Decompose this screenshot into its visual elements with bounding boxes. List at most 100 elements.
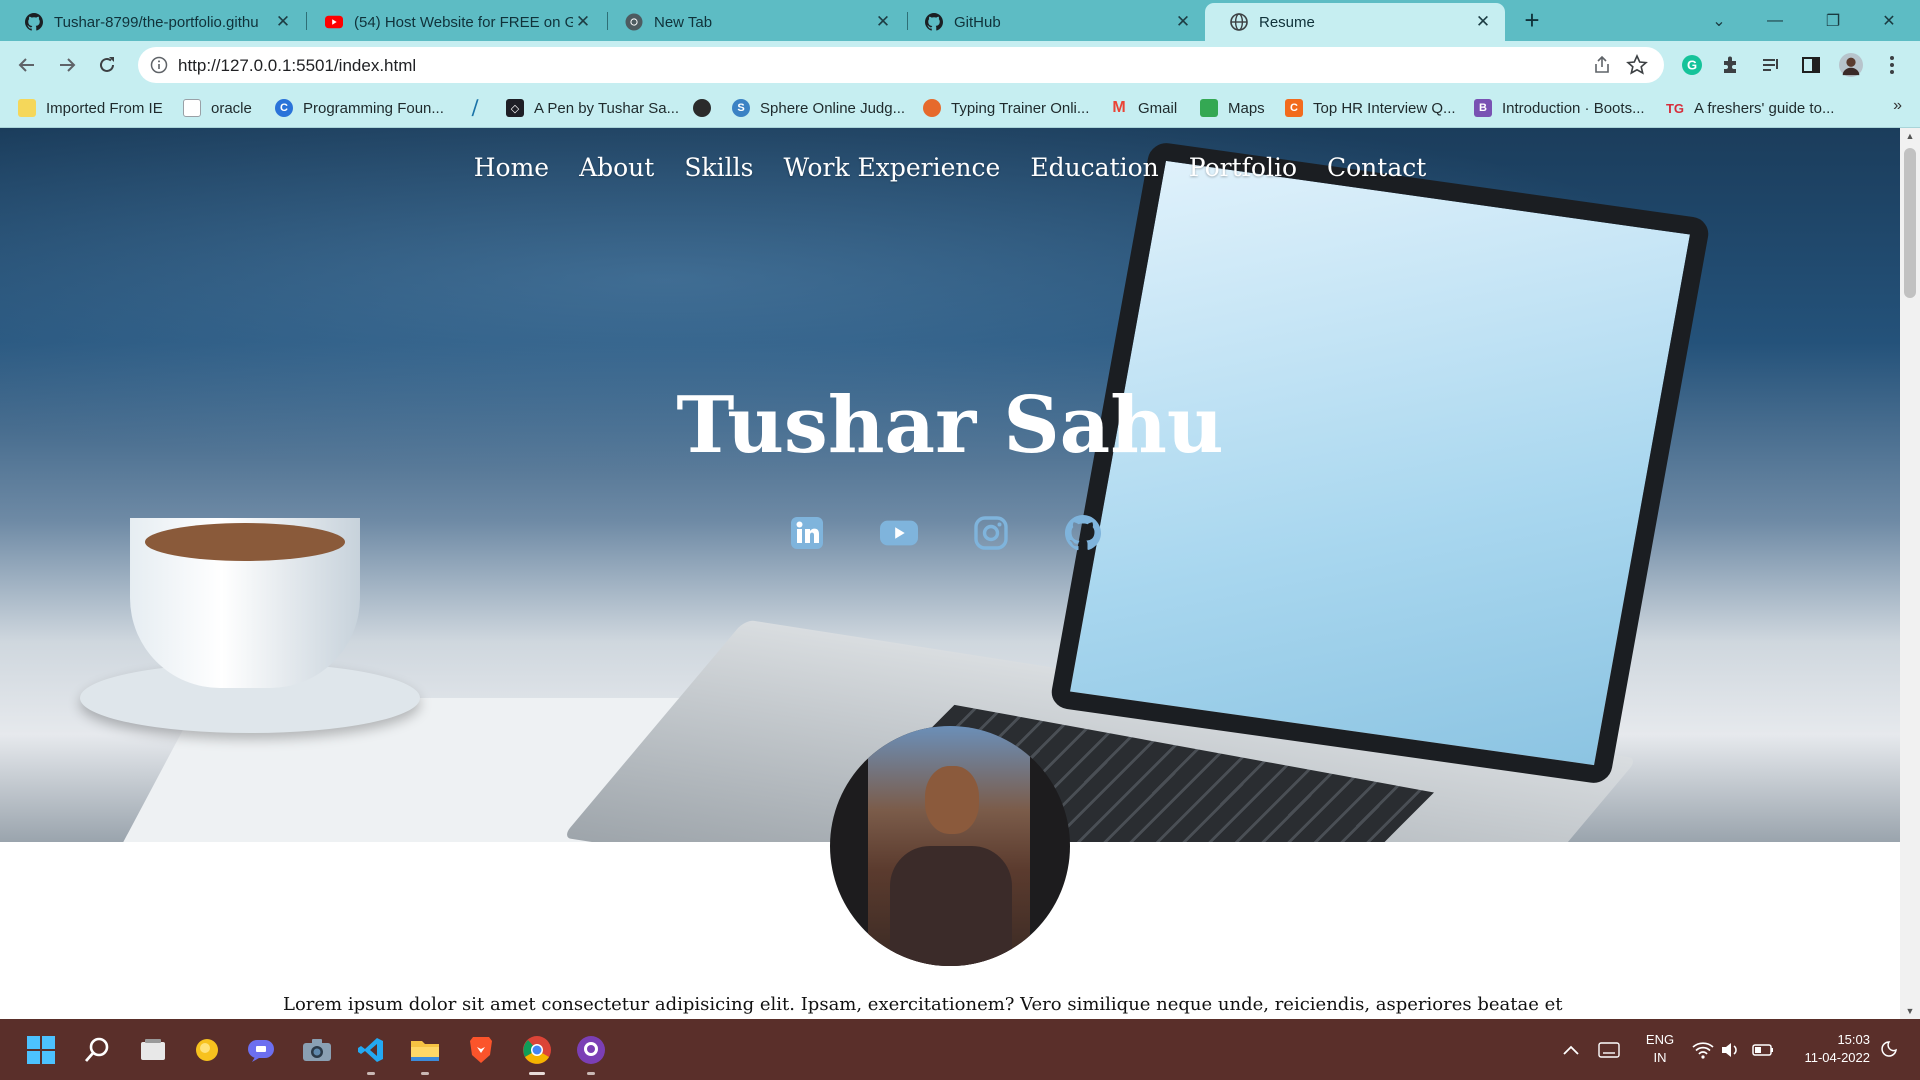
running-indicator-active (529, 1072, 545, 1075)
chrome-icon (625, 13, 643, 31)
bookmark-slash[interactable]: ⧸ (466, 97, 494, 119)
reading-list-icon[interactable] (1759, 53, 1783, 77)
forward-button[interactable] (50, 48, 84, 82)
c-icon: C (1285, 99, 1303, 117)
bookmark-label: Imported From IE (46, 99, 163, 117)
scrollbar-thumb[interactable] (1904, 148, 1916, 298)
page-scrollbar[interactable]: ▲ ▼ (1900, 128, 1920, 1019)
task-view-icon[interactable] (134, 1031, 172, 1069)
bookmark-typing-trainer[interactable]: Typing Trainer Onli... (923, 97, 1089, 119)
bookmark-star-icon[interactable] (1626, 54, 1648, 76)
bookmark-oracle[interactable]: oracle (183, 97, 252, 119)
system-clock[interactable]: 15:03 11-04-2022 (1790, 1031, 1870, 1067)
side-panel-icon[interactable] (1799, 53, 1823, 77)
tab-title: Resume (1259, 13, 1315, 31)
teams-chat-icon[interactable] (242, 1031, 280, 1069)
bookmark-maps[interactable]: Maps (1200, 97, 1265, 119)
search-icon[interactable] (78, 1031, 116, 1069)
bookmarks-overflow-icon[interactable]: » (1893, 97, 1902, 115)
tab-new-tab[interactable]: New Tab ✕ (600, 3, 905, 41)
nav-contact[interactable]: Contact (1327, 153, 1426, 182)
back-button[interactable] (10, 48, 44, 82)
battery-icon[interactable] (1752, 1019, 1774, 1080)
nav-about[interactable]: About (579, 153, 654, 182)
notifications-icon[interactable] (1880, 1019, 1898, 1080)
close-icon[interactable]: ✕ (1173, 12, 1193, 32)
folder-icon (18, 99, 36, 117)
restore-icon[interactable]: ❐ (1818, 6, 1848, 36)
profile-avatar[interactable] (1839, 53, 1863, 77)
bookmarks-bar: Imported From IE oracle C Programming Fo… (0, 89, 1920, 128)
bookmark-label: A freshers' guide to... (1694, 99, 1835, 117)
reload-button[interactable] (90, 48, 124, 82)
url-text[interactable]: http://127.0.0.1:5501/index.html (178, 56, 416, 76)
tab-title: (54) Host Website for FREE on Gi (354, 13, 573, 31)
bookmark-spoj[interactable]: S Sphere Online Judg... (732, 97, 905, 119)
file-explorer-icon[interactable] (406, 1031, 444, 1075)
nav-work-experience[interactable]: Work Experience (783, 153, 1000, 182)
volume-icon[interactable] (1720, 1019, 1740, 1080)
close-icon[interactable]: ✕ (273, 12, 293, 32)
widgets-icon[interactable] (188, 1031, 226, 1069)
scroll-up-arrow-icon[interactable]: ▲ (1900, 128, 1920, 144)
nav-home[interactable]: Home (474, 153, 549, 182)
instagram-icon[interactable] (972, 514, 1010, 552)
nav-portfolio[interactable]: Portfolio (1189, 153, 1297, 182)
touch-keyboard-icon[interactable] (1598, 1019, 1620, 1080)
tab-search-icon[interactable]: ⌄ (1704, 6, 1734, 36)
camera-icon[interactable] (298, 1031, 336, 1069)
bookmark-programming-foundations[interactable]: C Programming Foun... (275, 97, 444, 119)
tab-title: New Tab (654, 13, 713, 31)
bookmark-codepen[interactable]: ◇ A Pen by Tushar Sa... (506, 97, 679, 119)
nav-skills[interactable]: Skills (684, 153, 753, 182)
nav-education[interactable]: Education (1030, 153, 1158, 182)
wifi-icon[interactable] (1692, 1019, 1714, 1080)
chrome-icon[interactable] (518, 1031, 556, 1075)
close-icon[interactable]: ✕ (873, 12, 893, 32)
grammarly-icon[interactable]: G (1680, 53, 1704, 77)
bookmark-gmail[interactable]: M Gmail (1110, 97, 1177, 119)
site-nav: Home About Skills Work Experience Educat… (0, 153, 1900, 182)
tab-title: Tushar-8799/the-portfolio.githu (54, 13, 259, 31)
share-icon[interactable] (1592, 55, 1612, 75)
linkedin-icon[interactable] (788, 514, 826, 552)
bookmark-imported-from-ie[interactable]: Imported From IE (18, 97, 163, 119)
close-icon[interactable]: ✕ (1473, 12, 1493, 32)
close-icon[interactable]: ✕ (573, 12, 593, 32)
show-hidden-icons[interactable] (1562, 1019, 1580, 1080)
new-tab-button[interactable]: + (1520, 7, 1544, 33)
window-close-icon[interactable]: ✕ (1874, 6, 1904, 36)
bookmark-hr-interview[interactable]: C Top HR Interview Q... (1285, 97, 1456, 119)
vscode-icon[interactable] (352, 1031, 390, 1075)
minimize-icon[interactable]: — (1760, 6, 1790, 36)
github-icon[interactable] (1064, 514, 1102, 552)
slash-icon: ⧸ (471, 97, 479, 118)
typing-icon (923, 99, 941, 117)
tab-github[interactable]: GitHub ✕ (900, 3, 1205, 41)
tab-resume[interactable]: Resume ✕ (1205, 3, 1505, 41)
github-desktop-icon[interactable] (572, 1031, 610, 1075)
windows-taskbar: ENG IN 15:03 11-04-2022 (0, 1019, 1920, 1080)
extensions-icon[interactable] (1719, 53, 1743, 77)
tab-strip: Tushar-8799/the-portfolio.githu ✕ (54) H… (0, 0, 1920, 41)
bookmark-bootstrap[interactable]: B Introduction · Boots... (1474, 97, 1645, 119)
windows-start-icon[interactable] (22, 1031, 60, 1069)
tab-portfolio-repo[interactable]: Tushar-8799/the-portfolio.githu ✕ (0, 3, 305, 41)
intro-paragraph: Lorem ipsum dolor sit amet consectetur a… (283, 994, 1563, 1015)
globe-icon (693, 99, 711, 117)
tab-youtube-video[interactable]: (54) Host Website for FREE on Gi ✕ (300, 3, 605, 41)
youtube-icon[interactable] (880, 514, 918, 552)
scroll-down-arrow-icon[interactable]: ▼ (1900, 1003, 1920, 1019)
menu-kebab-icon[interactable] (1880, 53, 1904, 77)
tg-icon: TG (1665, 100, 1685, 116)
spoj-icon: S (732, 99, 750, 117)
running-indicator (421, 1072, 429, 1075)
bookmark-freshers-guide[interactable]: TG A freshers' guide to... (1666, 97, 1834, 119)
address-bar[interactable]: http://127.0.0.1:5501/index.html (138, 47, 1664, 83)
brave-icon[interactable] (462, 1031, 500, 1069)
clock-date: 11-04-2022 (1804, 1050, 1870, 1065)
info-icon[interactable] (150, 56, 168, 74)
bookmark-globe[interactable] (693, 97, 721, 119)
back-arrow-icon (18, 58, 34, 72)
input-language-indicator[interactable]: ENG IN (1640, 1031, 1680, 1067)
